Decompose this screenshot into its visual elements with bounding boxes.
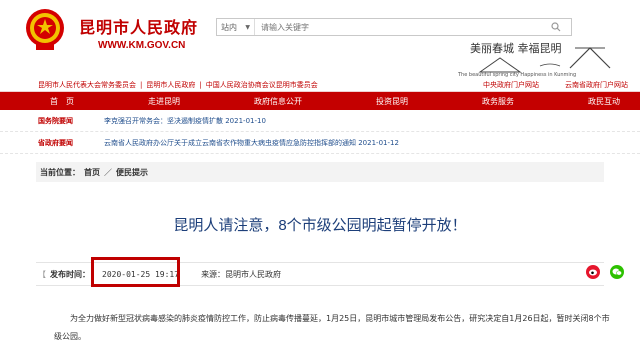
- search-button[interactable]: [541, 19, 571, 35]
- source-value: 昆明市人民政府: [225, 269, 282, 279]
- search-icon: [551, 22, 561, 32]
- article-paragraph: 为全力做好新型冠状病毒感染的肺炎疫情防控工作，防止病毒传播蔓延，1月25日，昆明…: [54, 314, 610, 341]
- top-link-provincial-gov[interactable]: 云南省政府门户网站: [565, 80, 628, 90]
- notice-tag: 省政府要闻: [38, 138, 73, 147]
- source-label: 来源：: [201, 269, 226, 279]
- breadcrumb-current[interactable]: 便民提示: [116, 167, 148, 178]
- top-link-people-congress[interactable]: 昆明市人民代表大会常务委员会: [38, 80, 136, 90]
- site-header: 昆明市人民政府 WWW.KM.GOV.CN 站内 ▼ 美丽春城 幸福昆明 The…: [0, 0, 640, 78]
- main-nav: 首 页 走进昆明 政府信息公开 投资昆明 政务服务 政民互动: [0, 92, 640, 110]
- breadcrumb-label: 当前位置：: [40, 167, 80, 177]
- top-links-bar: 昆明市人民代表大会常务委员会 | 昆明市人民政府 | 中国人民政治协商会议昆明市…: [0, 78, 640, 92]
- top-link-central-gov[interactable]: 中央政府门户网站: [483, 80, 539, 90]
- publish-time-label: 发布时间：: [50, 269, 90, 279]
- chevron-down-icon: ▼: [245, 23, 250, 31]
- nav-item-info-disclosure[interactable]: 政府信息公开: [254, 96, 302, 107]
- nav-item-home[interactable]: 首 页: [50, 96, 74, 107]
- search-scope-label: 站内: [221, 22, 237, 32]
- site-url: WWW.KM.GOV.CN: [98, 40, 186, 51]
- top-link-cppcc[interactable]: 中国人民政治协商会议昆明市委员会: [206, 80, 318, 90]
- nav-item-about[interactable]: 走进昆明: [148, 96, 180, 107]
- national-emblem-icon: [26, 9, 64, 50]
- breadcrumb: 当前位置： 首页 ／ 便民提示: [36, 162, 604, 182]
- notice-link[interactable]: 云南省人民政府办公厅关于成立云南省农作物重大病虫疫情应急防控指挥部的通知 202…: [104, 138, 399, 148]
- article-title: 昆明人请注意，8个市级公园明起暂停开放！: [173, 217, 467, 234]
- wechat-share-icon[interactable]: [610, 265, 624, 279]
- nav-item-services[interactable]: 政务服务: [482, 96, 514, 107]
- share-buttons: [586, 265, 624, 279]
- search-scope-select[interactable]: 站内 ▼: [217, 19, 255, 35]
- notice-link[interactable]: 李克强召开常务会：坚决遏制疫情扩散 2021-01-10: [104, 116, 266, 126]
- search-input[interactable]: [255, 19, 541, 35]
- notice-row-state-council: 国务院要闻 李克强召开常务会：坚决遏制疫情扩散 2021-01-10: [0, 110, 640, 132]
- site-title[interactable]: 昆明市人民政府: [79, 14, 198, 38]
- banner-slogan: 美丽春城 幸福昆明: [470, 41, 562, 55]
- banner-illustration: 美丽春城 幸福昆明 The beautiful spring city Happ…: [457, 41, 611, 78]
- weibo-share-icon[interactable]: [586, 265, 600, 279]
- breadcrumb-home[interactable]: 首页: [84, 167, 100, 178]
- highlight-box: [91, 257, 180, 287]
- search-bar: 站内 ▼: [216, 18, 572, 36]
- top-link-city-government[interactable]: 昆明市人民政府: [146, 80, 195, 90]
- notice-tag: 国务院要闻: [38, 116, 73, 125]
- nav-item-interaction[interactable]: 政民互动: [588, 96, 620, 107]
- notice-row-province: 省政府要闻 云南省人民政府办公厅关于成立云南省农作物重大病虫疫情应急防控指挥部的…: [0, 132, 640, 154]
- breadcrumb-separator: ／: [104, 167, 112, 177]
- nav-item-invest[interactable]: 投资昆明: [376, 96, 408, 107]
